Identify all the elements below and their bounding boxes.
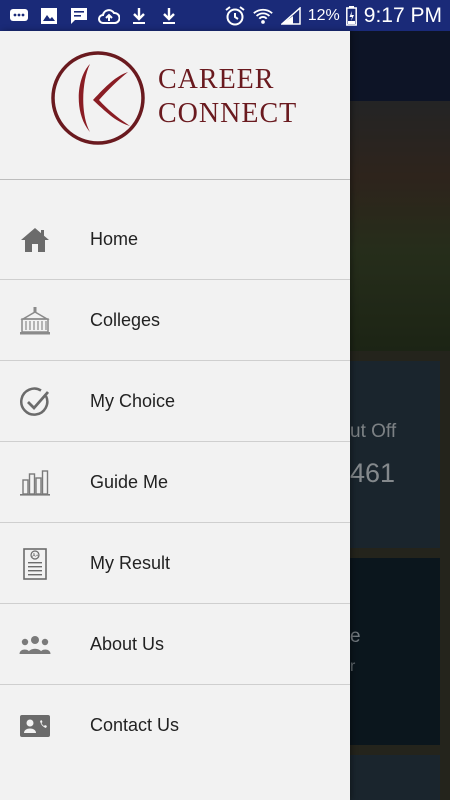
menu-item-label: My Choice (90, 390, 176, 411)
header-divider (0, 179, 350, 180)
menu-item-label: Home (90, 228, 139, 249)
navigation-drawer: CAREER CONNECT Home Colleges My Choice G… (0, 31, 350, 800)
image-icon (38, 6, 60, 26)
menu-item-label: About Us (90, 633, 165, 654)
menu-item-label: Guide Me (90, 471, 169, 492)
menu-item-about-us[interactable]: About Us (0, 604, 350, 685)
drawer-scrim[interactable] (350, 31, 450, 800)
menu-item-label: My Result (90, 552, 171, 573)
wifi-icon (252, 6, 274, 26)
home-icon (18, 223, 52, 257)
system-status: 12% 9:17 PM (224, 0, 442, 31)
notification-icons (0, 6, 180, 26)
drawer-header: CAREER CONNECT (0, 31, 350, 179)
clock: 9:17 PM (363, 3, 442, 27)
result-document-icon: A+ (18, 547, 52, 581)
brand-line-1: CAREER (158, 64, 275, 95)
bar-chart-icon (18, 466, 52, 500)
battery-icon (346, 5, 358, 26)
chat-icon (8, 6, 30, 26)
download-icon (128, 6, 150, 26)
menu-item-my-result[interactable]: A+ My Result (0, 523, 350, 604)
drawer-menu: Home Colleges My Choice Guide Me A+ My R… (0, 199, 350, 766)
message-icon (68, 6, 90, 26)
menu-item-home[interactable]: Home (0, 199, 350, 280)
contact-card-icon (18, 709, 52, 743)
college-building-icon (18, 304, 52, 338)
check-circle-icon (18, 385, 52, 419)
group-icon (18, 628, 52, 662)
download-icon (158, 6, 180, 26)
menu-item-guide-me[interactable]: Guide Me (0, 442, 350, 523)
alarm-icon (224, 5, 246, 26)
menu-item-label: Colleges (90, 309, 161, 330)
svg-text:A+: A+ (32, 553, 38, 559)
status-bar: 12% 9:17 PM (0, 0, 450, 31)
cloud-upload-icon (98, 6, 120, 26)
career-connect-logo-icon (50, 50, 146, 146)
menu-item-colleges[interactable]: Colleges (0, 280, 350, 361)
signal-icon (280, 6, 302, 26)
brand-name: CAREER CONNECT (158, 63, 297, 131)
menu-item-contact-us[interactable]: Contact Us (0, 685, 350, 766)
menu-item-my-choice[interactable]: My Choice (0, 361, 350, 442)
menu-item-label: Contact Us (90, 715, 180, 735)
battery-percent: 12% (307, 6, 340, 24)
brand-line-2: CONNECT (158, 98, 298, 129)
